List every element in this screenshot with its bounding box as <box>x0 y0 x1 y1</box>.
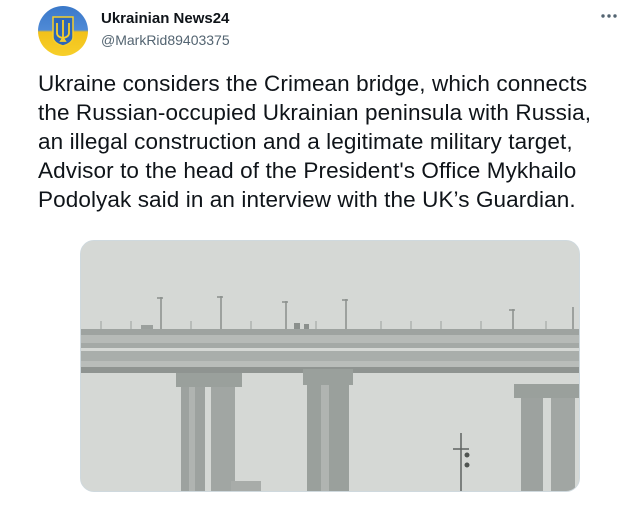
author-handle[interactable]: @MarkRid89403375 <box>101 32 230 48</box>
crimean-bridge-photo <box>81 241 579 491</box>
more-horizontal-icon[interactable] <box>598 8 620 24</box>
tweet-media-image[interactable] <box>80 240 580 492</box>
tweet-text: Ukraine considers the Crimean bridge, wh… <box>38 71 592 212</box>
ukraine-trident-icon <box>52 16 74 47</box>
avatar[interactable] <box>38 6 88 56</box>
author-display-name[interactable]: Ukrainian News24 <box>101 10 229 27</box>
